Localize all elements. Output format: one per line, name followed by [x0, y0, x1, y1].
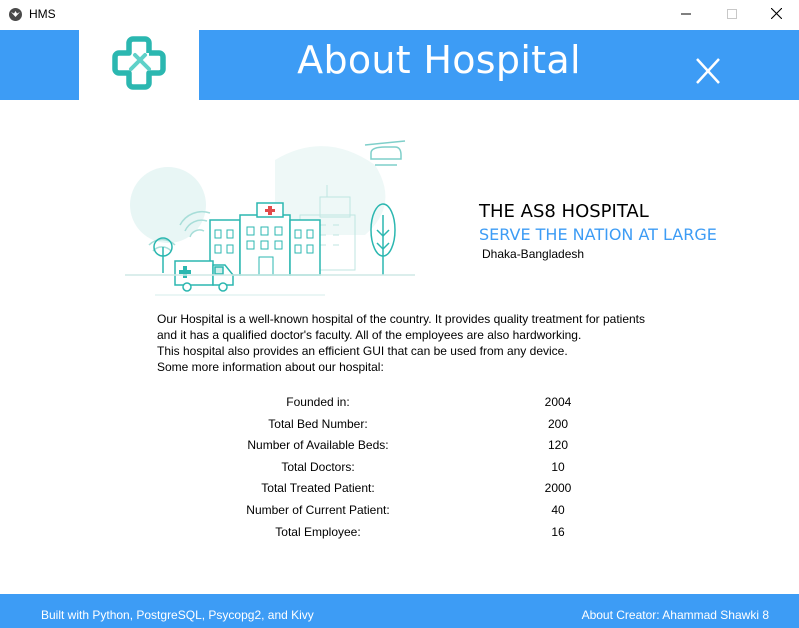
stat-row-founded: Founded in: 2004 [150, 393, 650, 415]
stat-row-employees: Total Employee: 16 [150, 523, 650, 545]
stat-row-available-beds: Number of Available Beds: 120 [150, 436, 650, 458]
description-line: and it has a qualified doctor's faculty.… [157, 328, 582, 342]
description-line: This hospital also provides an efficient… [157, 344, 568, 358]
logo-container [79, 30, 199, 100]
description-line: Our Hospital is a well-known hospital of… [157, 312, 646, 326]
hospital-stats: Founded in: 2004 Total Bed Number: 200 N… [150, 393, 650, 544]
maximize-icon [727, 6, 737, 24]
stat-value: 2000 [544, 481, 572, 496]
stat-value: 2004 [544, 395, 572, 409]
stat-value: 40 [551, 502, 565, 517]
stat-label: Total Employee: [275, 524, 361, 539]
stat-row-total-beds: Total Bed Number: 200 [150, 415, 650, 437]
close-icon [770, 6, 782, 24]
stat-row-current-patients: Number of Current Patient: 40 [150, 501, 650, 523]
window-close-button[interactable] [753, 0, 799, 30]
page-title: About Hospital [297, 38, 581, 82]
minimize-button[interactable] [663, 0, 709, 30]
window-title: HMS [29, 7, 56, 21]
close-x-icon [690, 58, 726, 90]
stat-label: Founded in: [286, 395, 350, 409]
hospital-description: Our Hospital is a well-known hospital of… [157, 311, 717, 375]
stat-value: 200 [547, 416, 569, 431]
stat-label: Total Treated Patient: [261, 481, 375, 496]
hospital-tagline: SERVE THE NATION AT LARGE [479, 225, 717, 244]
stat-value: 120 [547, 438, 569, 453]
stat-row-doctors: Total Doctors: 10 [150, 458, 650, 480]
stat-label: Number of Available Beds: [247, 438, 389, 453]
window-titlebar: HMS [0, 0, 799, 30]
hospital-illustration [125, 135, 420, 300]
description-line: Some more information about our hospital… [157, 360, 384, 374]
minimize-icon [681, 6, 691, 24]
about-creator-link[interactable]: About Creator: Ahammad Shawki 8 [582, 608, 769, 622]
stat-value: 10 [551, 459, 565, 474]
stat-label: Total Doctors: [281, 459, 355, 474]
app-icon [9, 8, 22, 21]
hospital-name: THE AS8 HOSPITAL [479, 201, 649, 222]
close-page-button[interactable] [690, 50, 726, 86]
footer-tech-credits: Built with Python, PostgreSQL, Psycopg2,… [41, 608, 314, 622]
footer-bar: Built with Python, PostgreSQL, Psycopg2,… [0, 594, 799, 628]
stat-row-treated-patients: Total Treated Patient: 2000 [150, 479, 650, 501]
hospital-location: Dhaka-Bangladesh [482, 247, 585, 261]
medical-cross-logo-icon [111, 35, 167, 96]
stat-label: Total Bed Number: [268, 416, 368, 431]
header-bar: About Hospital [0, 30, 799, 100]
stat-value: 16 [551, 524, 565, 539]
maximize-button[interactable] [709, 0, 755, 30]
stat-label: Number of Current Patient: [246, 502, 390, 517]
